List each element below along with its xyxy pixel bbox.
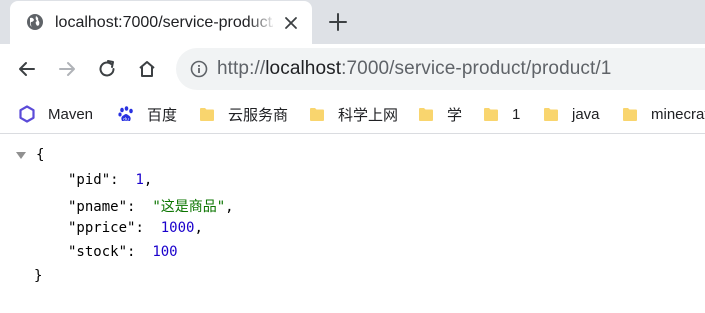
forward-arrow-icon[interactable] <box>56 58 78 80</box>
folder-icon <box>419 108 433 121</box>
globe-icon <box>27 14 43 30</box>
json-key: "pid" <box>68 172 111 188</box>
bookmark-label: 学 <box>447 106 463 124</box>
json-key: "stock" <box>68 244 128 260</box>
bookmark-label: 科学上网 <box>338 106 399 124</box>
bookmark-folder-study[interactable]: 学 <box>417 104 462 124</box>
json-entry: "pprice": 1000, <box>68 220 203 236</box>
maven-icon <box>19 105 35 123</box>
json-comma: , <box>225 199 234 215</box>
json-entry: "pid": 1, <box>68 172 153 188</box>
tab-strip: localhost:7000/service-product/product/1 <box>0 0 705 44</box>
browser-toolbar: http://localhost:7000/service-product/pr… <box>0 44 705 94</box>
folder-icon <box>484 108 498 121</box>
json-comma: , <box>143 172 153 188</box>
json-entry: "stock": 100 <box>68 244 178 260</box>
bookmark-label: 云服务商 <box>228 106 289 124</box>
bookmark-folder-java[interactable]: java <box>542 104 600 124</box>
json-viewer: { "pid": 1, "pname": "这是商品", "pprice": 1… <box>0 135 705 313</box>
browser-tab[interactable]: localhost:7000/service-product/product/1 <box>10 1 312 44</box>
tab-title: localhost:7000/service-product/product/1 <box>55 14 273 31</box>
bookmark-maven[interactable]: Maven <box>18 104 93 124</box>
folder-icon <box>200 108 214 121</box>
bookmark-label: java <box>572 105 600 123</box>
json-open-brace: { <box>36 147 45 163</box>
back-arrow-icon[interactable] <box>16 58 38 80</box>
json-key: "pname" <box>68 199 128 215</box>
bookmark-baidu[interactable]: du 百度 <box>117 104 177 124</box>
collapse-triangle-icon[interactable] <box>16 152 26 159</box>
json-comma: , <box>194 220 203 236</box>
json-key: "pprice" <box>68 220 136 236</box>
json-value: 100 <box>152 244 178 260</box>
info-icon[interactable] <box>190 60 208 78</box>
bookmark-folder-science[interactable]: 科学上网 <box>308 104 398 124</box>
json-close-brace: } <box>34 268 43 284</box>
address-bar[interactable]: http://localhost:7000/service-product/pr… <box>176 48 705 90</box>
url-path: :7000/service-product/product/1 <box>341 58 612 79</box>
bookmark-label: Maven <box>48 105 94 123</box>
folder-icon <box>544 108 558 121</box>
json-value: 1 <box>135 172 144 188</box>
bookmark-label: 百度 <box>147 106 178 124</box>
json-entry: "pname": "这是商品", <box>68 199 234 215</box>
svg-text:du: du <box>123 116 129 122</box>
reload-icon[interactable] <box>96 58 118 80</box>
bookmark-label: 1 <box>512 105 521 123</box>
new-tab-plus-icon[interactable] <box>327 11 349 33</box>
bookmarks-bar: Maven du 百度 云服务商 科学上网 学 1 java minecra <box>0 94 705 134</box>
bookmark-folder-minecraft[interactable]: minecraft <box>621 104 705 124</box>
url-host: localhost <box>265 58 342 79</box>
json-value: 1000 <box>160 220 195 236</box>
url-text[interactable]: http://localhost:7000/service-product/pr… <box>217 58 611 80</box>
baidu-paw-icon: du <box>118 106 133 122</box>
bookmark-folder-cloud[interactable]: 云服务商 <box>198 104 288 124</box>
json-value: "这是商品" <box>152 199 226 215</box>
bookmark-folder-1[interactable]: 1 <box>482 104 520 124</box>
close-tab-icon[interactable] <box>282 14 300 32</box>
folder-icon <box>623 108 637 121</box>
home-icon[interactable] <box>136 58 158 80</box>
bookmark-label: minecraft <box>651 105 705 123</box>
tab-title-fade <box>248 9 276 37</box>
folder-icon <box>310 108 324 121</box>
url-scheme: http:// <box>217 58 266 79</box>
